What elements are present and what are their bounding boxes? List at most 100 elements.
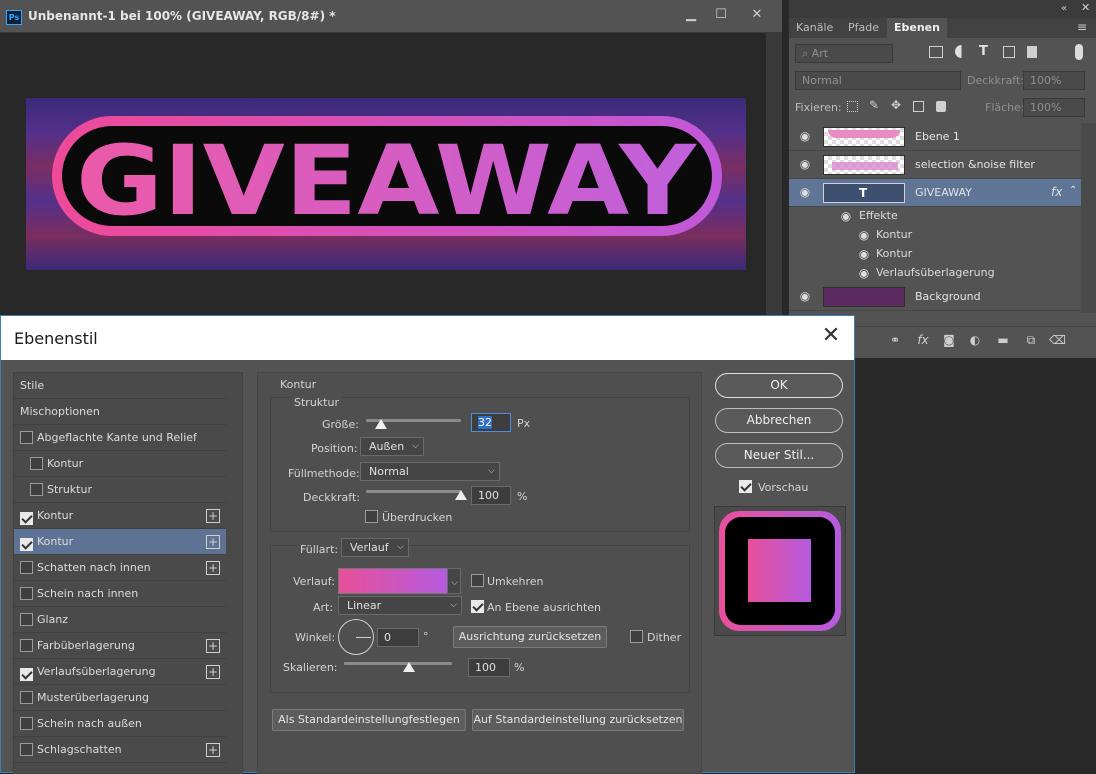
preview-checkbox[interactable] <box>739 480 752 496</box>
close-panel-icon[interactable]: ✕ <box>1081 1 1090 14</box>
close-dialog-button[interactable]: ✕ <box>819 324 843 348</box>
style-list-item[interactable]: Verlaufsüberlagerung + <box>14 659 226 685</box>
fx-icon[interactable]: fx <box>1051 185 1062 199</box>
document-title-bar[interactable]: Ps Unbenannt-1 bei 100% (GIVEAWAY, RGB/8… <box>0 0 782 33</box>
eye-icon[interactable]: ◉ <box>798 158 812 170</box>
add-effect-icon[interactable]: + <box>206 743 220 757</box>
opacity-input[interactable]: 100 <box>471 486 511 505</box>
style-checkbox[interactable] <box>20 431 33 444</box>
style-checkbox[interactable] <box>20 538 33 551</box>
layers-scrollbar[interactable] <box>1081 123 1096 313</box>
eye-icon[interactable]: ◉ <box>798 290 812 302</box>
style-checkbox[interactable] <box>20 561 33 574</box>
style-checkbox[interactable] <box>20 587 33 600</box>
type-filter-icon[interactable]: T <box>979 44 988 59</box>
style-list-item[interactable]: Schlagschatten + <box>14 737 226 763</box>
style-checkbox[interactable] <box>20 639 33 652</box>
style-checkbox[interactable] <box>20 743 33 756</box>
maximize-button[interactable]: ☐ <box>710 5 732 25</box>
image-filter-icon[interactable] <box>929 46 943 58</box>
new-style-button[interactable]: Neuer Stil... <box>715 443 843 468</box>
mask-icon[interactable]: ◙ <box>941 332 957 348</box>
style-list-item[interactable]: Kontur + <box>14 503 226 529</box>
reset-alignment-button[interactable]: Ausrichtung zurücksetzen <box>453 626 607 648</box>
smartobject-filter-icon[interactable] <box>1027 46 1037 58</box>
blend-mode-select[interactable]: Normal <box>795 71 961 90</box>
effects-group-row[interactable]: ◉ Effekte <box>789 207 1081 226</box>
scale-input[interactable]: 100 <box>468 658 510 677</box>
fill-type-select[interactable]: Verlauf ⌵ <box>341 538 409 557</box>
position-select[interactable]: Außen ⌵ <box>360 437 424 456</box>
scale-slider[interactable] <box>344 662 452 665</box>
make-default-button[interactable]: Als Standardeinstellungfestlegen <box>272 709 466 731</box>
fx-add-icon[interactable]: fx <box>915 332 931 348</box>
giveaway-artwork[interactable]: GIVEAWAY <box>26 98 746 270</box>
opacity-slider-handle[interactable] <box>455 490 467 500</box>
blend-mode-select[interactable]: Normal ⌵ <box>360 462 500 481</box>
style-list-item[interactable]: Schein nach innen <box>14 581 226 607</box>
overprint-checkbox[interactable] <box>365 510 378 526</box>
adjustment-filter-icon[interactable] <box>955 45 968 58</box>
layer-filter-select[interactable]: ⌕ Art <box>795 44 893 63</box>
layer-row[interactable]: ◉ Ebene 1 <box>789 123 1081 151</box>
dialog-title-bar[interactable]: Ebenenstil ✕ <box>1 316 854 360</box>
add-effect-icon[interactable]: + <box>206 535 220 549</box>
style-list-item[interactable]: Stile <box>14 373 226 399</box>
style-list-item[interactable]: Mischoptionen <box>14 399 226 425</box>
lock-transparent-icon[interactable] <box>847 101 858 112</box>
layer-row[interactable]: ◉ selection &noise filter <box>789 151 1081 179</box>
size-slider-handle[interactable] <box>375 419 388 429</box>
style-list-item[interactable]: Farbüberlagerung + <box>14 633 226 659</box>
add-effect-icon[interactable]: + <box>206 509 220 523</box>
tab-kanaele[interactable]: Kanäle <box>789 18 840 38</box>
collapse-panel-icon[interactable]: « <box>1061 3 1067 14</box>
effect-row[interactable]: ◉ Kontur <box>789 226 1081 245</box>
document-vertical-scrollbar[interactable] <box>766 33 782 316</box>
lock-all-icon[interactable] <box>936 101 946 112</box>
tab-pfade[interactable]: Pfade <box>841 18 886 38</box>
style-list-item[interactable]: Glanz <box>14 607 226 633</box>
reset-default-button[interactable]: Auf Standardeinstellung zurücksetzen <box>472 709 684 731</box>
style-list-item[interactable]: Musterüberlagerung <box>14 685 226 711</box>
style-list-item[interactable]: Kontur + <box>14 529 226 555</box>
style-list-item[interactable]: Abgeflachte Kante und Relief <box>14 425 226 451</box>
link-icon[interactable]: ⚭ <box>887 332 903 348</box>
dither-checkbox[interactable] <box>630 630 643 646</box>
effect-row[interactable]: ◉ Verlaufsüberlagerung <box>789 264 1081 283</box>
eye-icon[interactable]: ◉ <box>857 248 871 260</box>
align-checkbox[interactable] <box>471 600 484 616</box>
angle-dial[interactable] <box>338 619 374 655</box>
shape-filter-icon[interactable] <box>1003 46 1015 58</box>
angle-input[interactable]: 0 <box>377 628 419 647</box>
opacity-slider[interactable] <box>366 490 461 493</box>
style-checkbox[interactable] <box>20 717 33 730</box>
style-checkbox[interactable] <box>20 668 33 681</box>
folder-icon[interactable]: ▬ <box>995 332 1011 348</box>
style-list-item[interactable]: Struktur <box>14 477 226 503</box>
effect-row[interactable]: ◉ Kontur <box>789 245 1081 264</box>
lock-artboard-icon[interactable] <box>913 101 924 112</box>
gradient-picker[interactable] <box>338 568 448 594</box>
eye-icon[interactable]: ◉ <box>857 229 871 241</box>
lock-position-icon[interactable]: ✥ <box>891 98 901 112</box>
eye-icon[interactable]: ◉ <box>857 267 871 279</box>
add-effect-icon[interactable]: + <box>206 665 220 679</box>
cancel-button[interactable]: Abbrechen <box>715 408 843 433</box>
checkbox[interactable] <box>471 600 484 613</box>
style-checkbox[interactable] <box>30 483 43 496</box>
trash-icon[interactable]: ⌫ <box>1049 332 1066 348</box>
layer-row[interactable]: ◉ Background <box>789 283 1081 311</box>
eye-icon[interactable]: ◉ <box>839 210 853 222</box>
reverse-checkbox[interactable] <box>471 574 484 590</box>
tab-ebenen[interactable]: Ebenen <box>887 18 947 38</box>
checkbox[interactable] <box>471 574 484 587</box>
new-layer-icon[interactable]: ⧉ <box>1023 332 1039 348</box>
add-effect-icon[interactable]: + <box>206 639 220 653</box>
adjustment-layer-icon[interactable]: ◐ <box>967 332 983 348</box>
style-checkbox[interactable] <box>20 691 33 704</box>
gradient-style-select[interactable]: Linear ⌵ <box>338 596 462 615</box>
size-input[interactable]: 32 <box>471 413 511 432</box>
opacity-field[interactable]: 100% <box>1023 71 1085 90</box>
panel-menu-icon[interactable]: ≡ <box>1077 20 1087 34</box>
filter-toggle-icon[interactable] <box>1075 44 1083 60</box>
